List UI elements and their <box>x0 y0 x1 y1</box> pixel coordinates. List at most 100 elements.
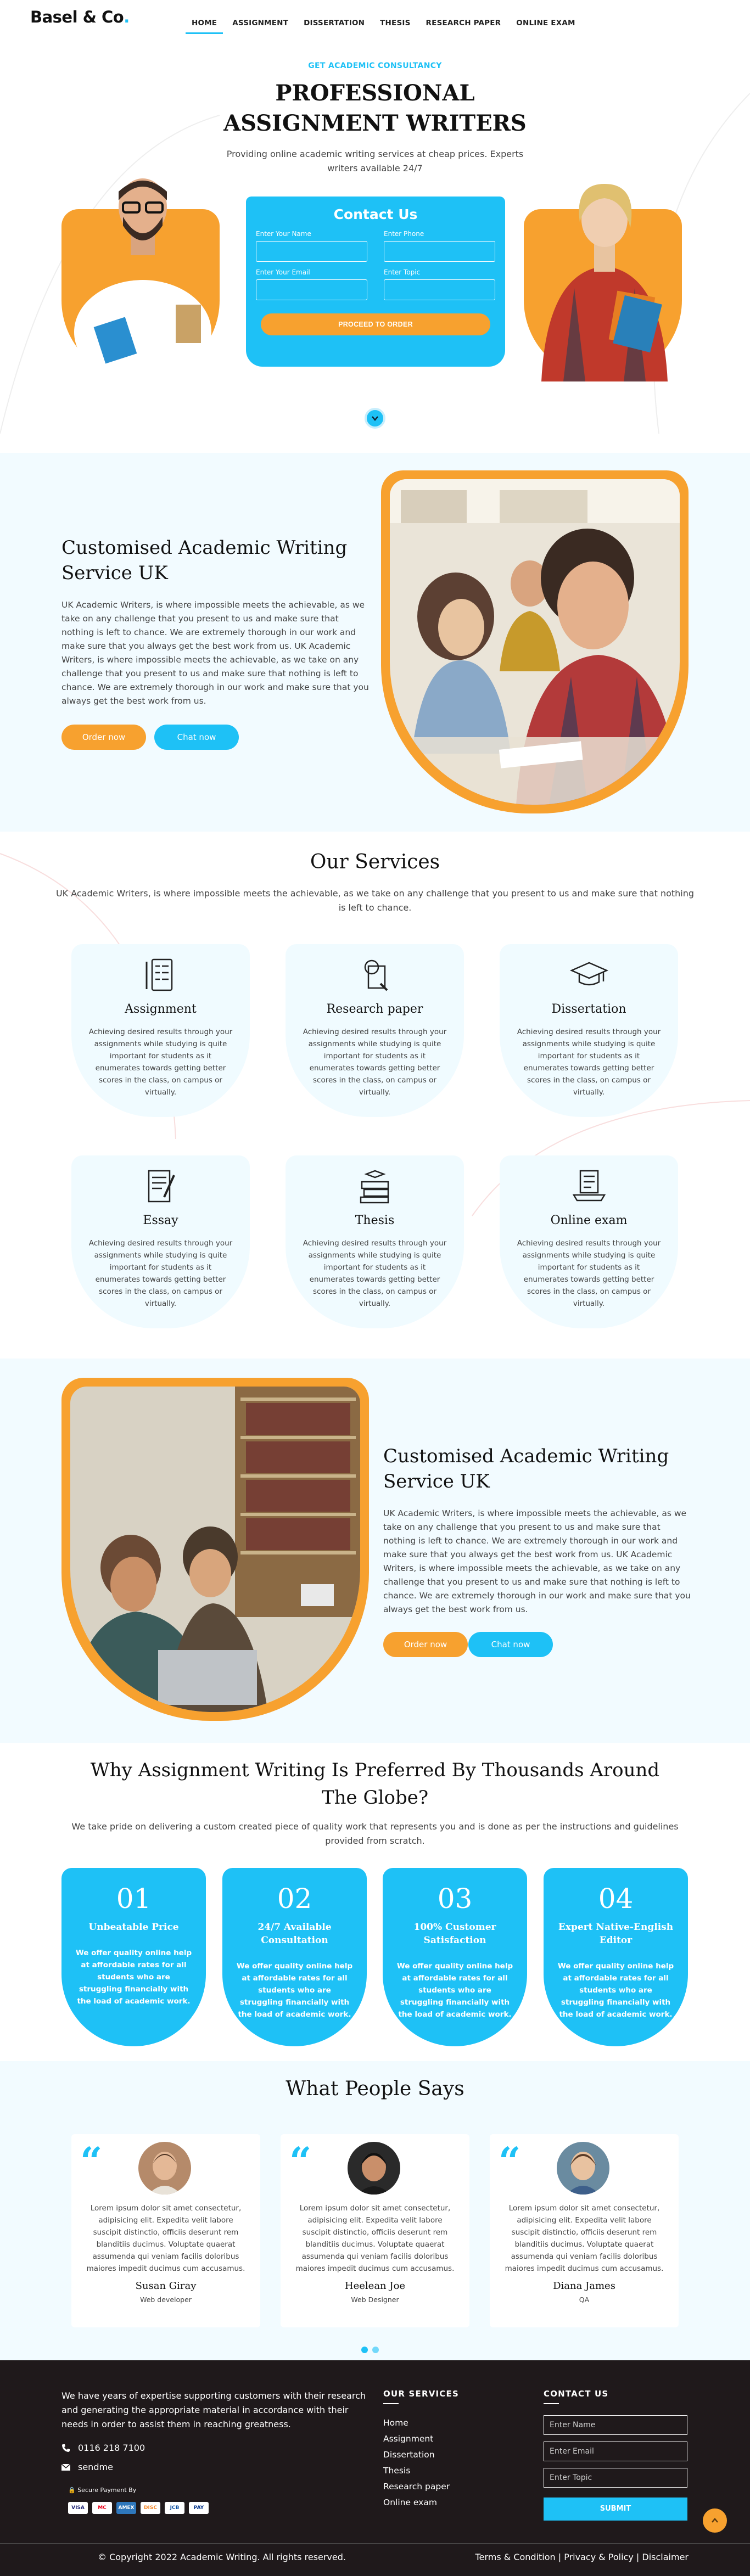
name-label: Enter Your Name <box>256 230 311 238</box>
footer-link-assignment[interactable]: Assignment <box>383 2431 450 2447</box>
back-to-top-button[interactable] <box>703 2508 727 2533</box>
service-card-dissertation[interactable]: Dissertation Achieving desired results t… <box>500 944 678 1117</box>
testimonial-role: QA <box>579 2296 590 2304</box>
footer-phone[interactable]: 0116 218 7100 <box>61 2443 145 2453</box>
footer-submit-button[interactable]: SUBMIT <box>544 2498 687 2521</box>
testimonial-name: Diana James <box>553 2280 615 2292</box>
footer-link-home[interactable]: Home <box>383 2415 450 2431</box>
service-card-thesis[interactable]: Thesis Achieving desired results through… <box>286 1155 464 1328</box>
hero-section: GET ACADEMIC CONSULTANCY PROFESSIONAL AS… <box>0 49 750 453</box>
footer-services-title: OUR SERVICES <box>383 2389 459 2404</box>
lock-icon: 🔒 <box>68 2487 76 2494</box>
why-number: 04 <box>598 1883 634 1915</box>
why-title: Why Assignment Writing Is Preferred By T… <box>90 1759 660 1809</box>
testimonial-card: “ Lorem ipsum dolor sit amet consectetur… <box>281 2134 469 2327</box>
order-now-button[interactable]: Order now <box>383 1632 468 1657</box>
service-card-research-paper[interactable]: Research paper Achieving desired results… <box>286 944 464 1117</box>
hero-title-line1: PROFESSIONAL <box>275 80 475 106</box>
testimonial-role: Web developer <box>140 2296 192 2304</box>
footer-about: We have years of expertise supporting cu… <box>61 2390 366 2429</box>
about2-image-frame <box>61 1378 369 1721</box>
mail-icon <box>61 2463 70 2471</box>
footer-link-dissertation[interactable]: Dissertation <box>383 2447 450 2463</box>
service-title: Essay <box>143 1214 178 1227</box>
contact-form: Contact Us Enter Your Name Enter Phone E… <box>246 197 505 367</box>
service-text: Achieving desired results through your a… <box>303 1028 447 1097</box>
footer-topic-input[interactable]: Enter Topic <box>544 2468 687 2488</box>
carousel-dots <box>361 2347 379 2353</box>
scroll-down-button[interactable] <box>365 408 385 429</box>
about1-title: Customised Academic Writing Service UK <box>61 537 348 584</box>
service-card-online-exam[interactable]: Online exam Achieving desired results th… <box>500 1155 678 1328</box>
about-section-2: Customised Academic Writing Service UK U… <box>0 1359 750 1743</box>
phone-input[interactable] <box>384 241 495 262</box>
why-card-consultation: 02 24/7 Available Consultation We offer … <box>222 1868 367 2046</box>
nav-online-exam[interactable]: ONLINE EXAM <box>510 19 581 34</box>
quote-icon: “ <box>499 2139 521 2184</box>
chevron-up-icon <box>712 2518 718 2523</box>
copyright-text: © Copyright 2022 Academic Writing. All r… <box>98 2552 346 2562</box>
topic-label: Enter Topic <box>384 268 421 276</box>
checklist-icon <box>145 958 172 991</box>
service-text: Achieving desired results through your a… <box>303 1239 447 1308</box>
nav-research-paper[interactable]: RESEARCH PAPER <box>420 19 507 34</box>
service-card-assignment[interactable]: Assignment Achieving desired results thr… <box>71 944 250 1117</box>
service-title: Assignment <box>125 1002 197 1016</box>
chat-now-button[interactable]: Chat now <box>154 725 239 750</box>
testimonial-role: Web Designer <box>351 2296 399 2304</box>
secure-payment-label: 🔒 Secure Payment By <box>68 2487 136 2494</box>
mastercard-icon: MC <box>92 2502 112 2514</box>
chat-now-button[interactable]: Chat now <box>468 1632 553 1657</box>
legal-links[interactable]: Terms & Condition | Privacy & Policy | D… <box>475 2552 689 2562</box>
why-card-text: We offer quality online help at affordab… <box>75 1949 192 2006</box>
footer-link-research-paper[interactable]: Research paper <box>383 2479 450 2495</box>
carousel-dot-1[interactable] <box>361 2347 368 2353</box>
footer-email-input[interactable]: Enter Email <box>544 2442 687 2461</box>
nav-assignment[interactable]: ASSIGNMENT <box>226 19 294 34</box>
student-woman-image <box>541 184 668 381</box>
why-card-title: 24/7 Available Consultation <box>258 1922 332 1946</box>
quote-icon: “ <box>289 2139 312 2184</box>
footer-phone-text: 0116 218 7100 <box>78 2443 145 2453</box>
discover-card-icon: DISC <box>141 2502 160 2514</box>
testimonial-text: Lorem ipsum dolor sit amet consectetur, … <box>505 2204 664 2273</box>
chevron-down-icon <box>372 416 378 421</box>
footer-links: Home Assignment Dissertation Thesis Rese… <box>383 2415 450 2511</box>
why-subtitle: We take pride on delivering a custom cre… <box>71 1821 679 1846</box>
name-input[interactable] <box>256 241 367 262</box>
service-text: Achieving desired results through your a… <box>88 1028 233 1097</box>
footer-divider <box>0 2543 750 2544</box>
email-input[interactable] <box>256 279 367 300</box>
proceed-to-order-button[interactable]: PROCEED TO ORDER <box>261 313 490 335</box>
footer-name-input[interactable]: Enter Name <box>544 2415 687 2435</box>
service-card-essay[interactable]: Essay Achieving desired results through … <box>71 1155 250 1328</box>
footer-link-thesis[interactable]: Thesis <box>383 2463 450 2479</box>
avatar <box>348 2142 400 2195</box>
testimonial-card: “ Lorem ipsum dolor sit amet consectetur… <box>490 2134 679 2327</box>
footer-email-text: sendme <box>78 2462 113 2472</box>
carousel-dot-2[interactable] <box>372 2347 379 2353</box>
why-card-text: We offer quality online help at affordab… <box>236 1962 353 2019</box>
phone-icon <box>62 2444 70 2452</box>
order-now-button[interactable]: Order now <box>61 725 146 750</box>
footer-link-online-exam[interactable]: Online exam <box>383 2495 450 2511</box>
hero-title: PROFESSIONAL ASSIGNMENT WRITERS <box>0 78 750 138</box>
why-card-text: We offer quality online help at affordab… <box>396 1962 513 2019</box>
brand-logo[interactable]: Basel & Co. <box>30 8 130 26</box>
brand-name: Basel & Co <box>30 8 124 26</box>
payment-cards: VISA MC AMEX DISC JCB PAY <box>68 2502 209 2514</box>
testimonial-text: Lorem ipsum dolor sit amet consectetur, … <box>86 2204 245 2273</box>
testimonials-section: What People Says “ Lorem ipsum dolor sit… <box>0 2061 750 2360</box>
nav-thesis[interactable]: THESIS <box>374 19 416 34</box>
nav-dissertation[interactable]: DISSERTATION <box>298 19 371 34</box>
service-title: Thesis <box>355 1214 395 1227</box>
services-subtitle: UK Academic Writers, is where impossible… <box>55 888 695 913</box>
hero-title-line2: ASSIGNMENT WRITERS <box>223 110 527 136</box>
service-text: Achieving desired results through your a… <box>88 1239 233 1308</box>
site-footer: We have years of expertise supporting cu… <box>0 2360 750 2576</box>
topic-input[interactable] <box>384 279 495 300</box>
footer-email[interactable]: sendme <box>61 2462 113 2472</box>
nav-home[interactable]: HOME <box>186 19 223 34</box>
why-section: Why Assignment Writing Is Preferred By T… <box>0 1743 750 2061</box>
contact-form-title: Contact Us <box>333 206 418 222</box>
